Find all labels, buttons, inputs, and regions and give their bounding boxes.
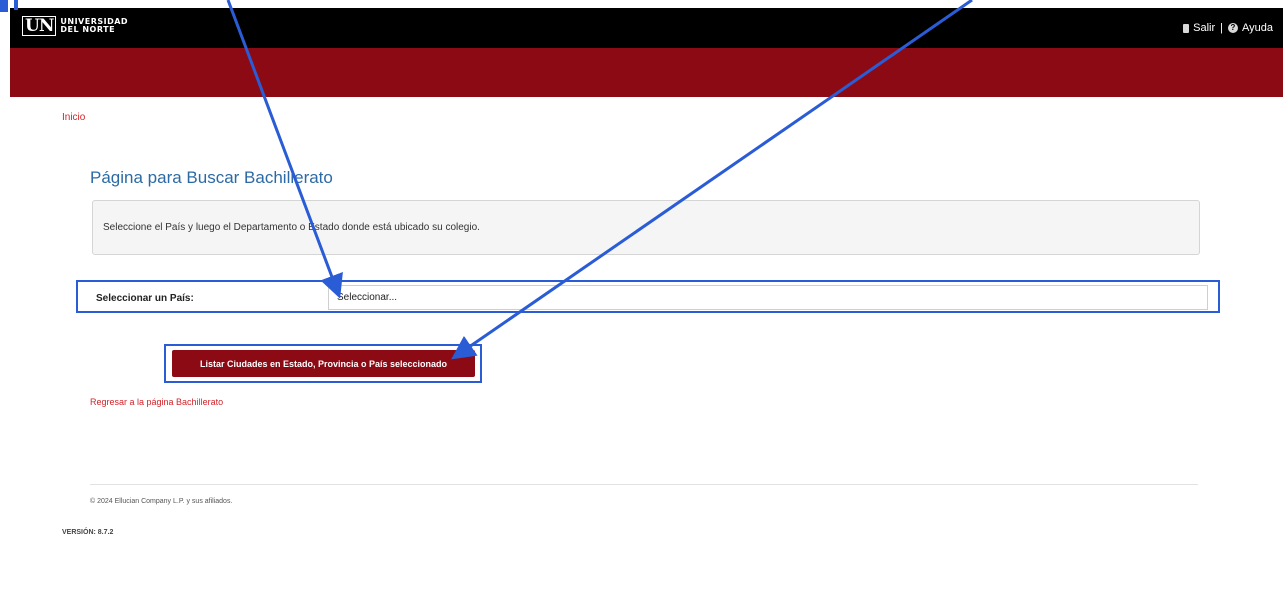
exit-icon bbox=[1183, 23, 1190, 33]
help-icon: ? bbox=[1228, 23, 1238, 33]
logo-text: UNIVERSIDAD DEL NORTE bbox=[60, 18, 128, 34]
country-label: Seleccionar un País: bbox=[96, 293, 194, 304]
copyright-text: © 2024 Ellucian Company L.P. y sus afili… bbox=[90, 498, 233, 505]
country-select[interactable]: Seleccionar... bbox=[328, 285, 1208, 310]
annotation-fragment-top-left bbox=[0, 0, 8, 12]
version-text: VERSIÓN: 8.7.2 bbox=[62, 529, 114, 536]
top-navbar: UN UNIVERSIDAD DEL NORTE Salir | ? Ayuda bbox=[10, 8, 1283, 48]
country-select-row: Seleccionar un País: Seleccionar... bbox=[76, 280, 1220, 313]
page-title: Página para Buscar Bachillerato bbox=[90, 168, 333, 187]
top-links: Salir | ? Ayuda bbox=[1183, 22, 1273, 34]
logo-line2: DEL NORTE bbox=[60, 25, 116, 34]
logout-link[interactable]: Salir bbox=[1193, 22, 1215, 34]
help-link[interactable]: Ayuda bbox=[1242, 22, 1273, 34]
return-link[interactable]: Regresar a la página Bachillerato bbox=[90, 397, 223, 407]
instructions-box: Seleccione el País y luego el Departamen… bbox=[92, 200, 1200, 255]
logo-mark: UN bbox=[22, 16, 57, 36]
instructions-text: Seleccione el País y luego el Departamen… bbox=[103, 222, 480, 233]
separator: | bbox=[1220, 22, 1223, 34]
university-logo[interactable]: UN UNIVERSIDAD DEL NORTE bbox=[22, 16, 128, 36]
breadcrumb-home[interactable]: Inicio bbox=[62, 112, 85, 123]
list-cities-button[interactable]: Listar Ciudades en Estado, Provincia o P… bbox=[172, 350, 475, 377]
brand-banner bbox=[10, 48, 1283, 97]
button-highlight-box: Listar Ciudades en Estado, Provincia o P… bbox=[164, 344, 482, 383]
footer-divider bbox=[90, 484, 1198, 485]
